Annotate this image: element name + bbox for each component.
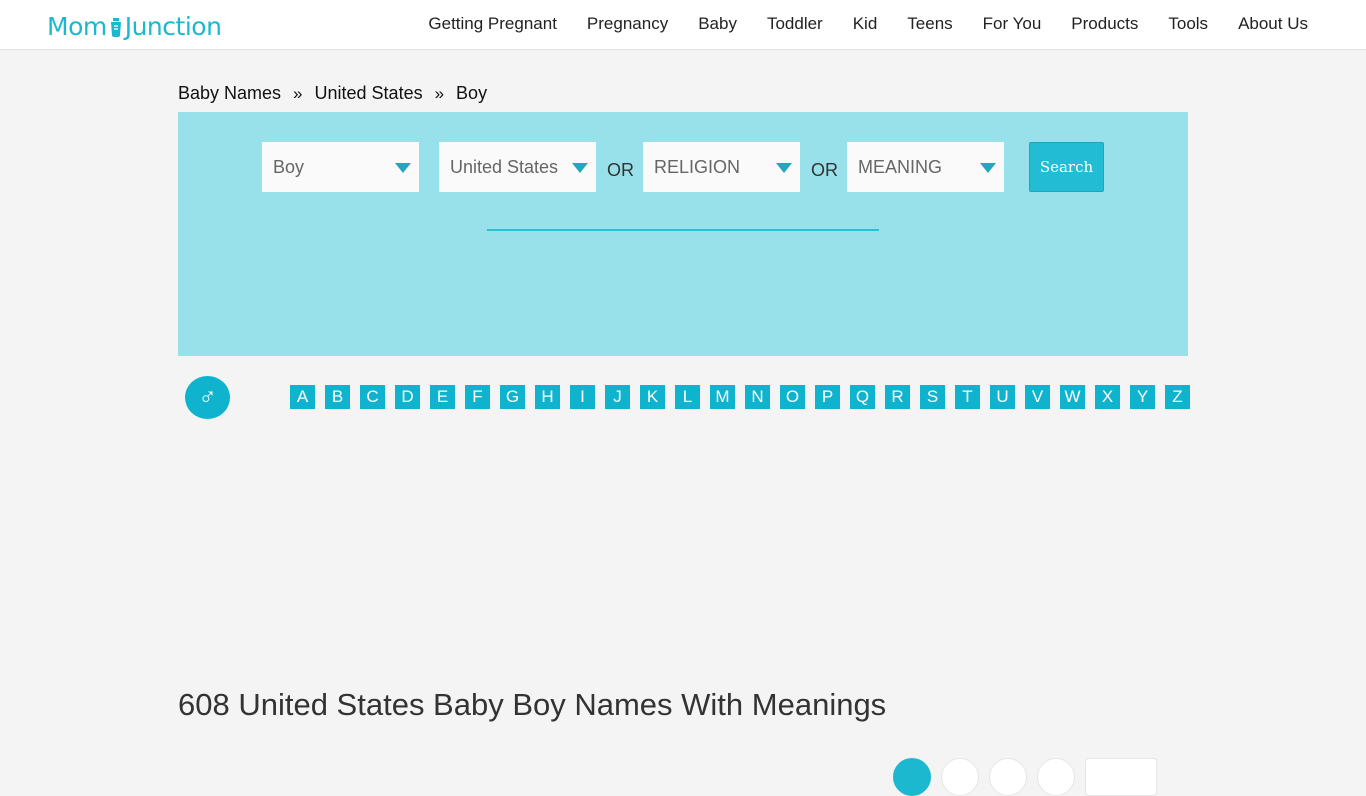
letter-p[interactable]: P — [815, 385, 840, 409]
gender-select[interactable]: Boy — [262, 142, 419, 192]
nav-toddler[interactable]: Toddler — [767, 14, 823, 34]
breadcrumb-united-states[interactable]: United States — [315, 83, 423, 104]
letter-q[interactable]: Q — [850, 385, 875, 409]
breadcrumb-boy: Boy — [456, 83, 488, 103]
letter-i[interactable]: I — [570, 385, 595, 409]
logo-text-junction: Junction — [124, 12, 222, 41]
male-gender-icon[interactable]: ♂ — [185, 376, 230, 419]
page-button[interactable] — [989, 758, 1027, 796]
page-button[interactable] — [941, 758, 979, 796]
top-navigation-bar: Mom Junction Getting Pregnant Pregnancy … — [0, 0, 1366, 50]
letter-g[interactable]: G — [500, 385, 525, 409]
gender-select-value: Boy — [273, 157, 305, 177]
letter-a[interactable]: A — [290, 385, 315, 409]
religion-select-value: RELIGION — [654, 157, 741, 177]
search-button[interactable]: Search — [1029, 142, 1104, 192]
page-button-active[interactable] — [893, 758, 931, 796]
origin-select[interactable]: United States — [439, 142, 596, 192]
nav-pregnancy[interactable]: Pregnancy — [587, 14, 668, 34]
letter-u[interactable]: U — [990, 385, 1015, 409]
meaning-select-value: MEANING — [858, 157, 943, 177]
letter-l[interactable]: L — [675, 385, 700, 409]
dropdown-caret-icon — [395, 163, 411, 173]
letter-t[interactable]: T — [955, 385, 980, 409]
main-nav: Getting Pregnant Pregnancy Baby Toddler … — [398, 14, 1308, 34]
breadcrumb-separator: » — [434, 83, 445, 103]
page-next-button[interactable] — [1085, 758, 1157, 796]
pagination — [893, 758, 1157, 796]
meaning-select[interactable]: MEANING — [847, 142, 1004, 192]
logo-text-mom: Mom — [47, 12, 107, 41]
panel-divider — [487, 229, 879, 231]
letter-s[interactable]: S — [920, 385, 945, 409]
letter-r[interactable]: R — [885, 385, 910, 409]
letter-f[interactable]: F — [465, 385, 490, 409]
religion-select[interactable]: RELIGION — [643, 142, 800, 192]
page-title: 608 United States Baby Boy Names With Me… — [178, 687, 887, 722]
baby-bottle-icon — [110, 17, 121, 37]
nav-tools[interactable]: Tools — [1168, 14, 1208, 34]
alphabet-filter: A B C D E F G H I J K L M N O P Q R S T … — [290, 385, 1190, 409]
nav-getting-pregnant[interactable]: Getting Pregnant — [428, 14, 557, 34]
letter-e[interactable]: E — [430, 385, 455, 409]
letter-b[interactable]: B — [325, 385, 350, 409]
letter-n[interactable]: N — [745, 385, 770, 409]
letter-m[interactable]: M — [710, 385, 735, 409]
letter-c[interactable]: C — [360, 385, 385, 409]
letter-x[interactable]: X — [1095, 385, 1120, 409]
origin-select-value: United States — [450, 157, 559, 177]
breadcrumb-baby-names[interactable]: Baby Names — [178, 83, 281, 104]
dropdown-caret-icon — [980, 163, 996, 173]
letter-o[interactable]: O — [780, 385, 805, 409]
nav-products[interactable]: Products — [1071, 14, 1138, 34]
breadcrumb-separator: » — [293, 83, 303, 103]
nav-for-you[interactable]: For You — [983, 14, 1042, 34]
or-label: OR — [811, 160, 838, 180]
letter-j[interactable]: J — [605, 385, 630, 409]
letter-w[interactable]: W — [1060, 385, 1085, 409]
site-logo[interactable]: Mom Junction — [47, 12, 222, 41]
letter-v[interactable]: V — [1025, 385, 1050, 409]
nav-baby[interactable]: Baby — [698, 14, 737, 34]
nav-about-us[interactable]: About Us — [1238, 14, 1308, 34]
letter-y[interactable]: Y — [1130, 385, 1155, 409]
name-search-panel: Boy United States OR RELIGION OR MEANING… — [178, 112, 1188, 356]
letter-z[interactable]: Z — [1165, 385, 1190, 409]
breadcrumb: Baby Names » United States » Boy — [178, 83, 487, 104]
nav-kid[interactable]: Kid — [853, 14, 878, 34]
dropdown-caret-icon — [776, 163, 792, 173]
or-label: OR — [607, 160, 634, 180]
letter-d[interactable]: D — [395, 385, 420, 409]
dropdown-caret-icon — [572, 163, 588, 173]
nav-teens[interactable]: Teens — [907, 14, 952, 34]
letter-k[interactable]: K — [640, 385, 665, 409]
page-button[interactable] — [1037, 758, 1075, 796]
letter-h[interactable]: H — [535, 385, 560, 409]
